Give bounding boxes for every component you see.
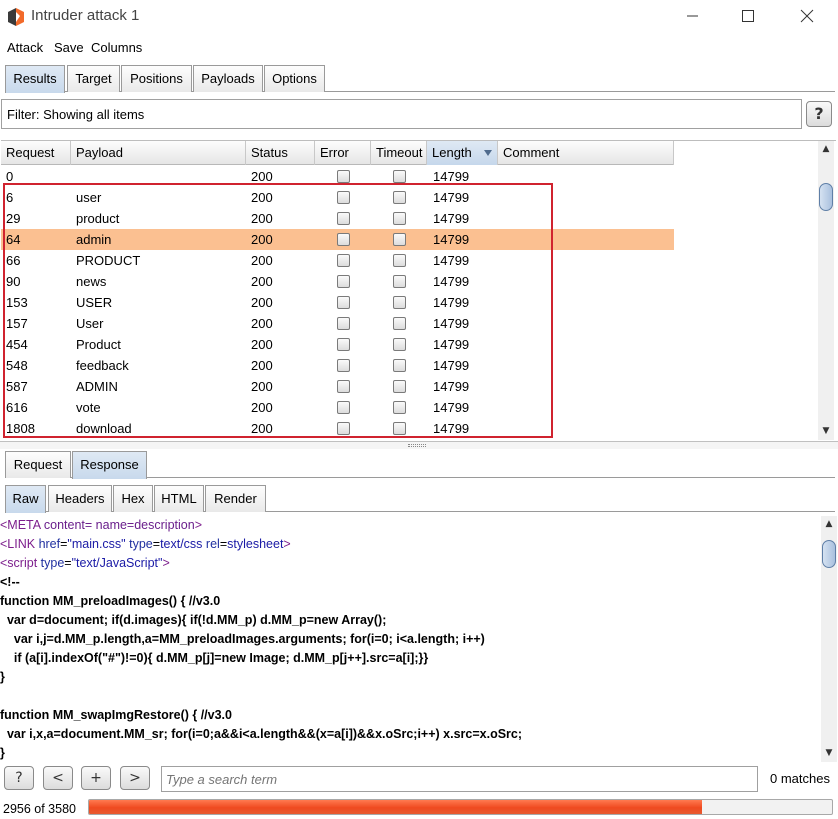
response-editor[interactable]: <META content= name=description> <LINK h… xyxy=(0,516,821,762)
burp-app-icon xyxy=(8,8,24,26)
search-previous-button[interactable]: < xyxy=(43,766,73,790)
tab-html[interactable]: HTML xyxy=(154,485,204,512)
response-scrollbar[interactable]: ▲ ▼ xyxy=(821,516,837,762)
code-line-meta: <META content= name=description> xyxy=(0,518,202,532)
tab-raw[interactable]: Raw xyxy=(5,485,46,513)
scroll-down-icon[interactable]: ▼ xyxy=(821,745,837,761)
code-line: if (a[i].indexOf("#")!=0){ d.MM_p[j]=new… xyxy=(0,651,429,665)
highlight-annotation-box xyxy=(3,183,553,438)
search-bar: ? < + > 0 matches xyxy=(0,763,838,793)
pane-splitter[interactable] xyxy=(0,441,838,449)
menu-columns[interactable]: Columns xyxy=(91,40,142,55)
column-payload[interactable]: Payload xyxy=(71,141,246,165)
search-help-button[interactable]: ? xyxy=(4,766,34,790)
help-button[interactable]: ? xyxy=(806,101,832,127)
tab-results[interactable]: Results xyxy=(5,65,65,93)
progress-bar xyxy=(88,799,833,815)
status-bar: 2956 of 3580 xyxy=(0,797,838,819)
menu-bar: Attack Save Columns xyxy=(0,37,838,57)
tab-headers[interactable]: Headers xyxy=(48,485,112,512)
search-next-button[interactable]: > xyxy=(120,766,150,790)
window-title: Intruder attack 1 xyxy=(31,7,140,24)
code-line: function MM_preloadImages() { //v3.0 xyxy=(0,594,221,608)
filter-label: Filter: Showing all items xyxy=(7,107,145,122)
scroll-down-icon[interactable]: ▼ xyxy=(818,423,834,439)
close-icon[interactable] xyxy=(784,0,830,32)
code-line: <!-- xyxy=(0,575,20,589)
cell-status: 200 xyxy=(251,169,273,184)
column-length-label: Length xyxy=(432,145,472,160)
tab-hex[interactable]: Hex xyxy=(113,485,153,512)
tab-target[interactable]: Target xyxy=(67,65,120,92)
tab-render[interactable]: Render xyxy=(205,485,266,512)
title-bar: Intruder attack 1 xyxy=(0,0,838,34)
results-scrollbar[interactable]: ▲ ▼ xyxy=(818,141,834,440)
tab-payloads[interactable]: Payloads xyxy=(193,65,263,92)
column-timeout[interactable]: Timeout xyxy=(371,141,427,165)
scrollbar-thumb[interactable] xyxy=(819,183,833,211)
code-line: function MM_swapImgRestore() { //v3.0 xyxy=(0,708,232,722)
main-tabs: Results Target Positions Payloads Option… xyxy=(5,65,835,93)
progress-count: 2956 of 3580 xyxy=(3,802,76,816)
column-request[interactable]: Request xyxy=(1,141,71,165)
tab-response[interactable]: Response xyxy=(72,451,147,479)
minimize-icon[interactable] xyxy=(669,0,715,32)
search-input[interactable] xyxy=(161,766,758,792)
table-header: Request Payload Status Error Timeout Len… xyxy=(1,141,674,165)
splitter-grip-icon xyxy=(408,444,426,447)
tab-options[interactable]: Options xyxy=(264,65,325,92)
cell-length: 14799 xyxy=(433,169,470,184)
code-line: var d=document; if(d.images){ if(!d.MM_p… xyxy=(0,613,387,627)
menu-attack[interactable]: Attack xyxy=(7,40,43,55)
error-checkbox[interactable] xyxy=(337,170,350,183)
scrollbar-thumb[interactable] xyxy=(822,540,836,568)
code-line: } xyxy=(0,746,5,760)
cell-request: 0 xyxy=(6,169,14,184)
scroll-up-icon[interactable]: ▲ xyxy=(821,516,837,532)
timeout-checkbox[interactable] xyxy=(393,170,406,183)
sort-descending-icon xyxy=(484,150,492,156)
match-count: 0 matches xyxy=(770,771,830,786)
progress-fill xyxy=(89,800,703,814)
code-line: var i,x,a=document.MM_sr; for(i=0;a&&i<a… xyxy=(0,727,523,741)
maximize-icon[interactable] xyxy=(725,0,771,32)
search-options-button[interactable]: + xyxy=(81,766,111,790)
scroll-up-icon[interactable]: ▲ xyxy=(818,141,834,157)
code-line-script: <script type="text/JavaScript"> xyxy=(0,556,170,570)
column-comment[interactable]: Comment xyxy=(498,141,674,165)
column-length[interactable]: Length xyxy=(427,141,498,165)
menu-save[interactable]: Save xyxy=(54,40,84,55)
column-status[interactable]: Status xyxy=(246,141,315,165)
view-tabs: Raw Headers Hex HTML Render xyxy=(5,485,835,513)
detail-tabs: Request Response xyxy=(5,451,835,479)
filter-bar[interactable]: Filter: Showing all items xyxy=(1,99,802,129)
column-error[interactable]: Error xyxy=(315,141,371,165)
code-line: var i,j=d.MM_p.length,a=MM_preloadImages… xyxy=(0,632,485,646)
tab-positions[interactable]: Positions xyxy=(121,65,192,92)
tab-request[interactable]: Request xyxy=(5,451,71,478)
results-table: Request Payload Status Error Timeout Len… xyxy=(1,140,836,440)
code-line-link: <LINK href="main.css" type=text/css rel=… xyxy=(0,537,291,551)
code-line: } xyxy=(0,670,5,684)
